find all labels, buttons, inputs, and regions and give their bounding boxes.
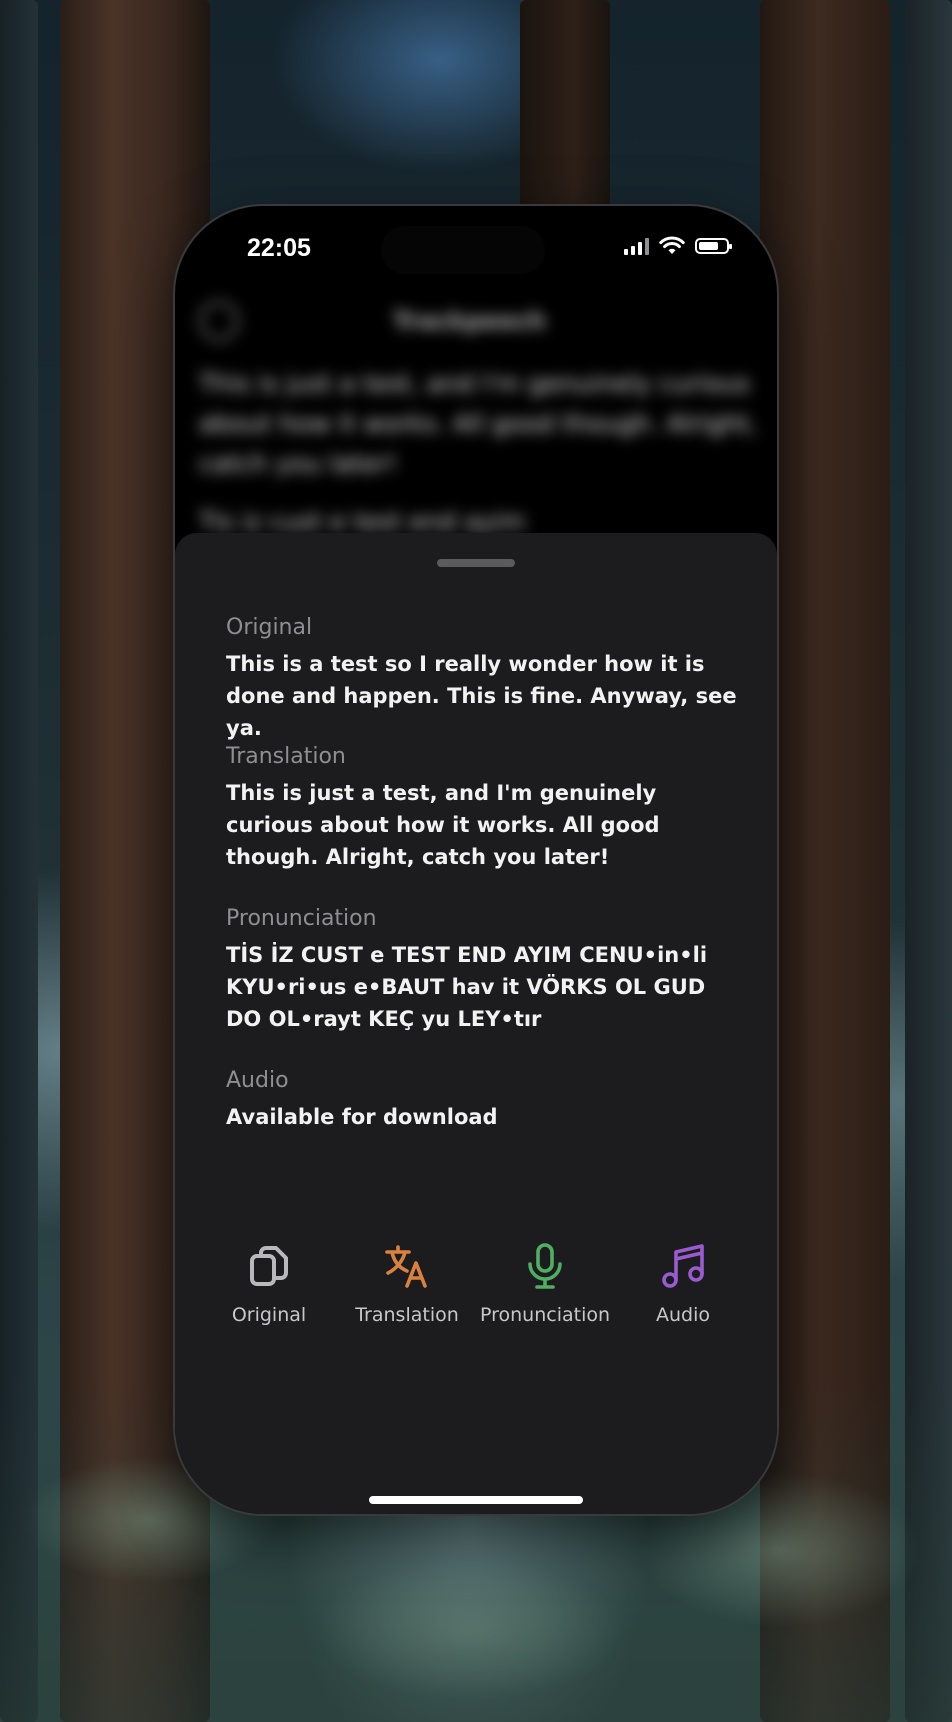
section-translation: Translation This is just a test, and I'm… [226,744,746,873]
section-label: Translation [226,744,346,769]
background-avatar-icon [199,301,239,341]
home-indicator[interactable] [369,1496,583,1504]
battery-icon [695,238,732,254]
section-original: Original This is a test so I really wond… [226,615,746,744]
original-text: This is a test so I really wonder how it… [226,652,737,740]
phone-frame: 22:05 Trackpeech This is just a test, an… [175,206,777,1514]
details-sheet: Original This is a test so I really wond… [175,533,777,1514]
section-pronunciation: Pronunciation TİS İZ CUST e TEST END AYI… [226,906,746,1035]
status-icons [624,236,732,256]
music-note-icon [662,1244,704,1288]
tab-audio[interactable]: Audio [617,1240,749,1360]
section-audio: Audio Available for download [226,1068,746,1133]
tab-label: Audio [655,1304,710,1326]
background-screen: Trackpeech This is just a test, and I'm … [199,296,759,542]
translate-icon [385,1245,427,1288]
section-label: Original [226,615,313,640]
section-label: Pronunciation [226,906,377,931]
tab-label: Pronunciation [479,1304,611,1326]
dynamic-island [381,226,545,274]
sheet-grabber[interactable] [437,559,515,567]
status-time: 22:05 [247,234,311,262]
microphone-icon [528,1243,562,1289]
cellular-signal-icon [624,237,649,255]
wifi-icon [659,236,685,254]
tab-label: Original [231,1304,307,1326]
audio-text: Available for download [226,1105,498,1129]
section-label: Audio [226,1068,289,1093]
background-title: Trackpeech [393,307,546,335]
tab-label: Translation [355,1304,459,1326]
pronunciation-text: TİS İZ CUST e TEST END AYIM CENU•in•li K… [226,943,708,1031]
tab-bar: Original Translation Pronunciation Audio [203,1240,749,1360]
translation-text: This is just a test, and I'm genuinely c… [226,781,660,869]
tab-pronunciation[interactable]: Pronunciation [479,1240,611,1360]
copy-icon [250,1246,288,1286]
background-header: Trackpeech [199,296,759,346]
tab-translation[interactable]: Translation [341,1240,473,1360]
background-paragraph: This is just a test, and I'm genuinely c… [199,369,758,478]
tab-original[interactable]: Original [203,1240,335,1360]
